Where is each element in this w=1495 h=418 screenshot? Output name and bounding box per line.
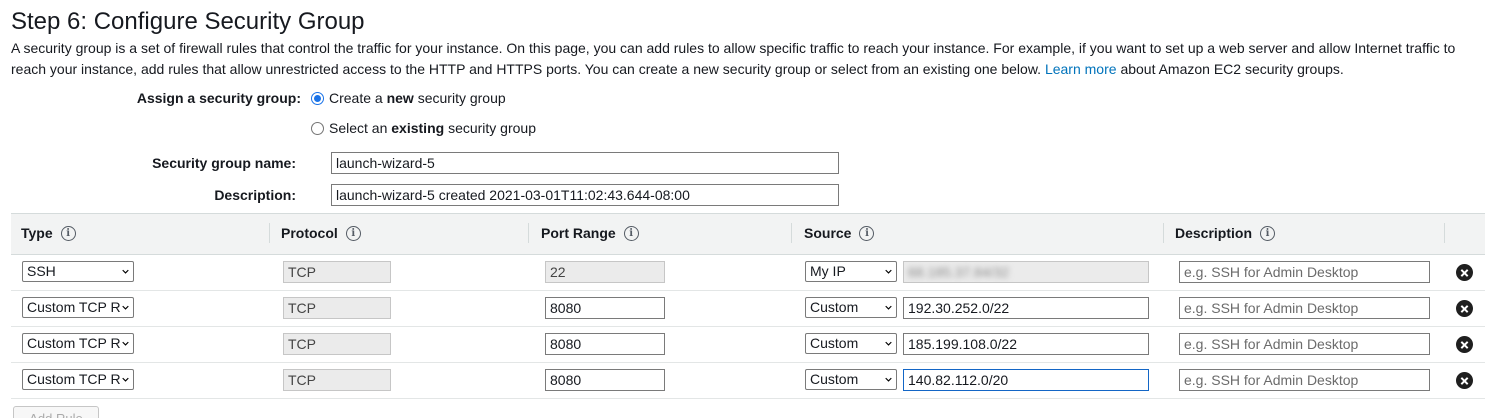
- chevron-down-icon: [122, 269, 129, 274]
- info-icon[interactable]: i: [345, 225, 361, 241]
- header-port-range: Port Range i: [541, 225, 639, 241]
- group-name-label: Security group name:: [152, 155, 296, 171]
- protocol-field: TCP: [283, 333, 391, 355]
- radio-select-existing-suffix: security group: [448, 120, 536, 136]
- header-protocol-label: Protocol: [281, 225, 338, 241]
- radio-create-new-button[interactable]: [311, 91, 324, 105]
- chevron-down-icon: [885, 305, 892, 310]
- table-row: Custom TCP R TCP 8080 Custom 140.82.112.…: [11, 362, 1485, 399]
- header-description-label: Description: [1175, 225, 1253, 241]
- header-source: Source i: [804, 225, 875, 241]
- type-select[interactable]: Custom TCP R: [22, 333, 134, 354]
- remove-circle-icon[interactable]: [1456, 264, 1473, 281]
- type-select[interactable]: SSH: [22, 261, 134, 282]
- type-select[interactable]: Custom TCP R: [22, 297, 134, 318]
- rule-description-input[interactable]: e.g. SSH for Admin Desktop: [1179, 297, 1430, 319]
- source-type-select[interactable]: My IP: [805, 261, 897, 282]
- info-icon[interactable]: i: [859, 225, 875, 241]
- type-select-value: Custom TCP R: [27, 371, 121, 387]
- type-select-value: Custom TCP R: [27, 299, 121, 315]
- header-description: Description i: [1175, 225, 1276, 241]
- header-port-range-label: Port Range: [541, 225, 616, 241]
- table-row: SSH TCP 22 My IP 68.185.37.84/32 e.g. SS…: [11, 254, 1485, 291]
- column-divider: [1444, 223, 1445, 243]
- radio-create-new-prefix: Create a: [329, 90, 383, 106]
- header-type: Type i: [21, 225, 76, 241]
- radio-select-existing-button[interactable]: [311, 121, 324, 135]
- source-type-select[interactable]: Custom: [805, 297, 897, 318]
- info-icon[interactable]: i: [1260, 225, 1276, 241]
- rules-table-header: Type i Protocol i Port Range i Source i …: [11, 213, 1485, 255]
- chevron-down-icon: [885, 377, 892, 382]
- type-select-value: SSH: [27, 263, 56, 279]
- rule-description-input[interactable]: e.g. SSH for Admin Desktop: [1179, 333, 1430, 355]
- source-type-value: Custom: [810, 335, 859, 351]
- protocol-field: TCP: [283, 261, 391, 283]
- remove-circle-icon[interactable]: [1456, 372, 1473, 389]
- source-cidr-input[interactable]: 185.199.108.0/22: [903, 333, 1149, 355]
- header-protocol: Protocol i: [281, 225, 361, 241]
- header-type-label: Type: [21, 225, 53, 241]
- source-type-value: Custom: [810, 371, 859, 387]
- intro-text: A security group is a set of firewall ru…: [11, 38, 1486, 80]
- port-range-input[interactable]: 8080: [545, 297, 665, 319]
- column-divider: [269, 223, 270, 243]
- column-divider: [791, 223, 792, 243]
- chevron-down-icon: [885, 269, 892, 274]
- column-divider: [528, 223, 529, 243]
- source-type-select[interactable]: Custom: [805, 369, 897, 390]
- intro-suffix: about Amazon EC2 security groups.: [1120, 61, 1344, 77]
- type-select-value: Custom TCP R: [27, 335, 121, 351]
- header-source-label: Source: [804, 225, 852, 241]
- source-cidr-input: 68.185.37.84/32: [903, 261, 1149, 283]
- protocol-field: TCP: [283, 369, 391, 391]
- info-icon[interactable]: i: [623, 225, 639, 241]
- source-type-select[interactable]: Custom: [805, 333, 897, 354]
- chevron-down-icon: [885, 341, 892, 346]
- remove-circle-icon[interactable]: [1456, 300, 1473, 317]
- group-name-input[interactable]: launch-wizard-5: [331, 152, 839, 174]
- radio-create-new-suffix: security group: [417, 90, 506, 106]
- chevron-down-icon: [122, 305, 129, 310]
- radio-select-existing[interactable]: Select an existing security group: [311, 120, 536, 136]
- source-type-value: My IP: [810, 263, 846, 279]
- radio-select-existing-prefix: Select an: [329, 120, 388, 136]
- add-rule-button[interactable]: Add Rule: [13, 406, 99, 418]
- assign-group-label: Assign a security group:: [136, 90, 301, 106]
- rule-description-input[interactable]: e.g. SSH for Admin Desktop: [1179, 261, 1430, 283]
- source-cidr-input[interactable]: 140.82.112.0/20: [903, 369, 1149, 391]
- group-description-input[interactable]: launch-wizard-5 created 2021-03-01T11:02…: [331, 184, 839, 206]
- info-icon[interactable]: i: [60, 225, 76, 241]
- port-range-input: 22: [545, 261, 665, 283]
- source-cidr-value: 68.185.37.84/32: [908, 264, 1010, 280]
- chevron-down-icon: [122, 377, 129, 382]
- table-row: Custom TCP R TCP 8080 Custom 192.30.252.…: [11, 290, 1485, 327]
- port-range-input[interactable]: 8080: [545, 333, 665, 355]
- radio-create-new[interactable]: Create a new security group: [311, 90, 506, 106]
- configure-security-group-page: Step 6: Configure Security Group A secur…: [0, 0, 1495, 418]
- type-select[interactable]: Custom TCP R: [22, 369, 134, 390]
- source-type-value: Custom: [810, 299, 859, 315]
- group-description-label: Description:: [214, 187, 296, 203]
- remove-circle-icon[interactable]: [1456, 336, 1473, 353]
- radio-create-new-bold: new: [386, 90, 414, 106]
- table-row: Custom TCP R TCP 8080 Custom 185.199.108…: [11, 326, 1485, 363]
- page-title: Step 6: Configure Security Group: [11, 8, 365, 35]
- column-divider: [1163, 223, 1164, 243]
- port-range-input[interactable]: 8080: [545, 369, 665, 391]
- learn-more-link[interactable]: Learn more: [1045, 61, 1117, 77]
- rule-description-input[interactable]: e.g. SSH for Admin Desktop: [1179, 369, 1430, 391]
- source-cidr-input[interactable]: 192.30.252.0/22: [903, 297, 1149, 319]
- chevron-down-icon: [122, 341, 129, 346]
- radio-select-existing-bold: existing: [391, 120, 445, 136]
- protocol-field: TCP: [283, 297, 391, 319]
